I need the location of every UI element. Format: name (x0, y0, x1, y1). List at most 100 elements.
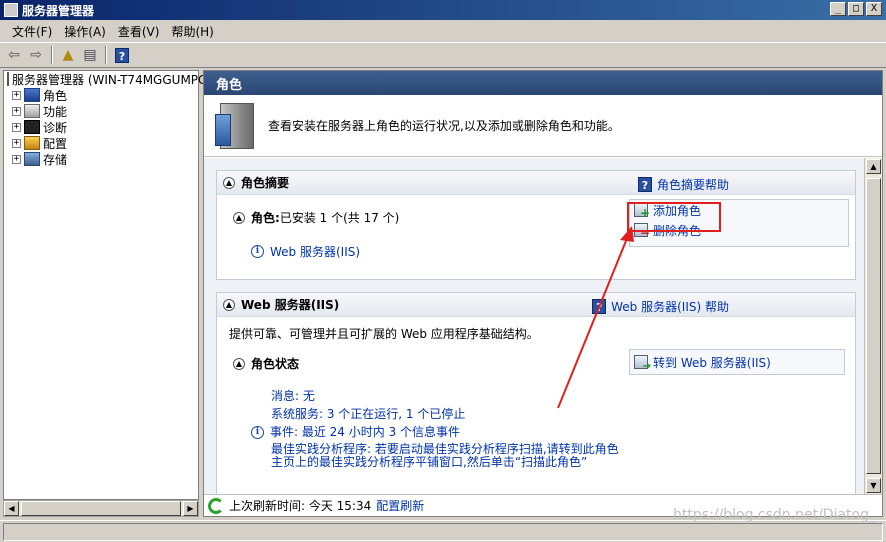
scroll-down-arrow-icon[interactable]: ▼ (866, 478, 881, 493)
window-title: 服务器管理器 (22, 3, 95, 18)
goto-icon (634, 355, 651, 372)
navigation-tree: 服务器管理器 (WIN-T74MGGUMPG + 角色 + 功能 + 诊断 + … (3, 70, 207, 500)
tree-root-server-manager[interactable]: 服务器管理器 (WIN-T74MGGUMPG (4, 71, 207, 87)
status-messages: 消息: 无 (271, 389, 315, 403)
intro-text: 查看安装在服务器上角色的运行状况,以及添加或删除角色和功能。 (268, 119, 620, 133)
tree-item-storage[interactable]: + 存储 (4, 151, 198, 167)
expand-icon[interactable]: + (12, 106, 21, 116)
web-server-actions: 转到 Web 服务器(IIS) (629, 349, 845, 375)
status-events-row: i 事件: 最近 24 小时内 3 个信息事件 (251, 423, 460, 441)
scroll-thumb[interactable] (21, 501, 181, 516)
help-icon: ? (592, 299, 607, 314)
menu-bar: 文件(F) 操作(A) 查看(V) 帮助(H) (0, 20, 886, 42)
watermark: https://blog.csdn.net/Diatog_ (673, 507, 876, 523)
details-pane: 角色 查看安装在服务器上角色的运行状况,以及添加或删除角色和功能。 ▲ 角色摘要… (203, 70, 883, 517)
configuration-icon (24, 136, 40, 150)
roles-label: 角色: (251, 211, 280, 225)
roles-summary-title: 角色摘要 (241, 176, 290, 190)
collapse-icon[interactable]: ▲ (223, 298, 235, 311)
last-refresh-text: 上次刷新时间: 今天 15:34 (229, 499, 372, 513)
status-pane (3, 523, 883, 541)
pane-header: 角色 (204, 71, 882, 95)
status-events[interactable]: 事件: 最近 24 小时内 3 个信息事件 (270, 423, 460, 441)
tree-item-diagnostics[interactable]: + 诊断 (4, 119, 198, 135)
toolbar-separator (51, 46, 53, 64)
menu-view[interactable]: 查看(V) (112, 23, 166, 40)
storage-icon (24, 152, 40, 166)
refresh-icon[interactable] (208, 497, 224, 514)
intro-banner: 查看安装在服务器上角色的运行状况,以及添加或删除角色和功能。 (204, 95, 882, 157)
close-button[interactable]: X (866, 2, 882, 16)
roles-summary-help-label: 角色摘要帮助 (656, 178, 729, 192)
role-status-subheader[interactable]: ▲ 角色状态 (233, 355, 299, 372)
pane-vertical-scrollbar[interactable]: ▲ ▼ (864, 158, 882, 494)
tree-root-label: 服务器管理器 (WIN-T74MGGUMPG (12, 72, 208, 87)
maximize-button[interactable]: □ (848, 2, 864, 16)
collapse-icon[interactable]: ▲ (233, 211, 245, 224)
configure-refresh-link[interactable]: 配置刷新 (376, 497, 424, 514)
up-folder-icon[interactable]: ▲ (58, 45, 78, 65)
forward-arrow-icon[interactable]: ⇨ (26, 45, 46, 65)
tree-item-label: 功能 (43, 104, 68, 119)
scroll-content: ▲ 角色摘要 ? 角色摘要帮助 ▲ 角色: 已安装 1 个(共 17 个) i … (204, 158, 864, 494)
server-icon (7, 72, 9, 86)
web-server-help-label: Web 服务器(IIS) 帮助 (611, 300, 729, 314)
minimize-button[interactable]: _ (830, 2, 846, 16)
scroll-left-arrow-icon[interactable]: ◀ (4, 501, 19, 516)
help-button[interactable]: ? (112, 45, 132, 65)
scroll-up-arrow-icon[interactable]: ▲ (866, 159, 881, 174)
installed-role-link[interactable]: Web 服务器(IIS) (270, 243, 360, 260)
show-hide-tree-icon[interactable]: ▤ (80, 45, 100, 65)
collapse-icon[interactable]: ▲ (233, 357, 245, 370)
diagnostics-icon (24, 120, 40, 134)
tree-horizontal-scrollbar[interactable]: ◀ ▶ (3, 500, 199, 517)
tree-item-label: 存储 (43, 152, 68, 167)
collapse-icon[interactable]: ▲ (223, 176, 235, 189)
expand-icon[interactable]: + (12, 138, 21, 148)
toolbar: ⇦ ⇨ ▲ ▤ ? (0, 42, 886, 68)
info-icon: i (251, 425, 264, 439)
status-bar (0, 520, 886, 542)
roles-summary-header[interactable]: ▲ 角色摘要 ? 角色摘要帮助 (217, 171, 855, 195)
status-bpa: 最佳实践分析程序: 若要启动最佳实践分析程序扫描,请转到此角色主页上的最佳实践分… (271, 442, 619, 469)
roles-count: 已安装 1 个(共 17 个) (279, 211, 400, 225)
web-server-description: 提供可靠、可管理并且可扩展的 Web 应用程序基础结构。 (229, 327, 539, 341)
menu-file[interactable]: 文件(F) (6, 23, 58, 40)
scroll-thumb[interactable] (866, 178, 881, 474)
tree-item-label: 角色 (43, 88, 68, 103)
tree-item-features[interactable]: + 功能 (4, 103, 198, 119)
roles-summary-help-link[interactable]: ? 角色摘要帮助 (637, 176, 729, 193)
toolbar-separator (105, 46, 107, 64)
back-arrow-icon[interactable]: ⇦ (4, 45, 24, 65)
highlight-box (627, 202, 721, 232)
menu-action[interactable]: 操作(A) (58, 23, 112, 40)
role-status-title: 角色状态 (251, 357, 300, 371)
help-icon: ? (115, 47, 129, 63)
web-server-title: Web 服务器(IIS) (241, 298, 340, 312)
help-icon: ? (637, 177, 652, 192)
tree-item-label: 配置 (43, 136, 68, 151)
window-controls: _ □ X (830, 2, 882, 16)
goto-web-server-label: 转到 Web 服务器(IIS) (653, 355, 771, 370)
tree-item-configuration[interactable]: + 配置 (4, 135, 198, 151)
server-roles-icon (215, 102, 254, 149)
info-icon: i (251, 245, 264, 258)
tree-item-roles[interactable]: + 角色 (4, 87, 198, 103)
web-server-section: ▲ Web 服务器(IIS) ? Web 服务器(IIS) 帮助 提供可靠、可管… (216, 292, 856, 494)
installed-role-item[interactable]: i Web 服务器(IIS) (251, 243, 360, 260)
roles-subheader[interactable]: ▲ 角色: 已安装 1 个(共 17 个) (233, 209, 399, 226)
web-server-help-link[interactable]: ? Web 服务器(IIS) 帮助 (592, 298, 729, 315)
roles-icon (24, 88, 40, 102)
roles-summary-section: ▲ 角色摘要 ? 角色摘要帮助 ▲ 角色: 已安装 1 个(共 17 个) i … (216, 170, 856, 280)
scroll-right-arrow-icon[interactable]: ▶ (183, 501, 198, 516)
server-manager-icon (4, 3, 18, 17)
tree-item-label: 诊断 (43, 120, 68, 135)
title-bar: 服务器管理器 _ □ X (0, 0, 886, 20)
expand-icon[interactable]: + (12, 154, 21, 164)
expand-icon[interactable]: + (12, 122, 21, 132)
expand-icon[interactable]: + (12, 90, 21, 100)
goto-web-server-action[interactable]: 转到 Web 服务器(IIS) (630, 350, 844, 374)
status-services: 系统服务: 3 个正在运行, 1 个已停止 (271, 407, 466, 421)
menu-help[interactable]: 帮助(H) (165, 23, 219, 40)
web-server-header[interactable]: ▲ Web 服务器(IIS) ? Web 服务器(IIS) 帮助 (217, 293, 855, 317)
